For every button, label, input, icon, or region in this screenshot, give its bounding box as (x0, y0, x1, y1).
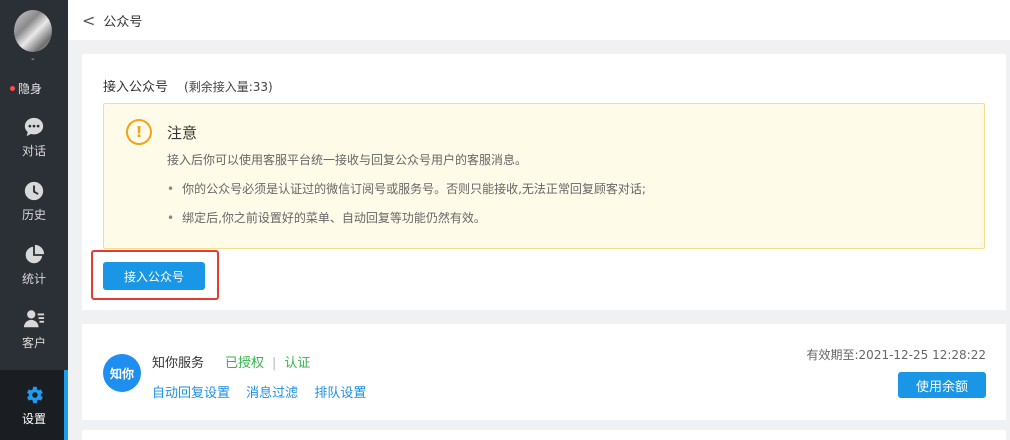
customer-icon (23, 309, 45, 327)
expiry-date: 有效期至:2021-12-25 12:28:22 (806, 348, 987, 362)
sidebar-item-chat[interactable]: 对话 (0, 106, 68, 168)
status-dot (10, 86, 15, 91)
account-links: 自动回复设置 消息过滤 排队设置 (152, 382, 378, 401)
sidebar: - 隐身 对话 历史 统计 客户 设置 (0, 0, 68, 440)
connect-title: 接入公众号 (剩余接入量:33) (103, 76, 273, 95)
clock-icon (24, 181, 44, 200)
status-toggle[interactable]: 隐身 (10, 80, 42, 97)
authorized-badge: 已授权 (225, 356, 265, 371)
status-separator: | (272, 356, 277, 371)
message-filter-link[interactable]: 消息过滤 (246, 386, 298, 401)
warning-icon: ! (126, 119, 152, 145)
sidebar-item-label: 对话 (21, 143, 46, 158)
account-card: 知你 知你服务 已授权 | 认证 自动回复设置 消息过滤 排队设置 有效期至:202… (82, 324, 1006, 420)
next-card (82, 430, 1006, 440)
avatar-name-mark: - (31, 54, 35, 65)
page-title: 公众号 (103, 14, 143, 30)
use-balance-button[interactable]: 使用余额 (898, 372, 986, 398)
account-status: 已授权 | 认证 (225, 352, 310, 371)
sidebar-item-customers[interactable]: 客户 (0, 298, 68, 360)
connect-title-text: 接入公众号 (103, 80, 169, 95)
sidebar-item-label: 统计 (21, 271, 46, 286)
avatar[interactable] (14, 10, 52, 52)
sidebar-item-settings[interactable]: 设置 (0, 370, 68, 440)
pie-chart-icon (25, 244, 45, 263)
notice-bullet: 绑定后,你之前设置好的菜单、自动回复等功能仍然有效。 (167, 209, 486, 226)
gear-icon (27, 386, 43, 403)
status-label: 隐身 (18, 82, 43, 96)
notice-intro: 接入后你可以使用客服平台统一接收与回复公众号用户的客服消息。 (167, 153, 528, 167)
connect-card: 接入公众号 (剩余接入量:33) ! 注意 接入后你可以使用客服平台统一接收与回复… (82, 54, 1006, 310)
account-name: 知你服务 (152, 356, 205, 371)
notice-box: ! 注意 接入后你可以使用客服平台统一接收与回复公众号用户的客服消息。 你的公众… (103, 103, 985, 249)
sidebar-item-label: 历史 (21, 207, 46, 222)
sidebar-item-label: 设置 (21, 411, 46, 426)
queue-settings-link[interactable]: 排队设置 (314, 386, 366, 401)
notice-bullet: 你的公众号必须是认证过的微信订阅号或服务号。否则只能接收,无法正常回复顾客对话; (167, 180, 646, 197)
auto-reply-settings-link[interactable]: 自动回复设置 (152, 386, 230, 401)
back-icon[interactable]: < (82, 11, 95, 30)
page-header: < 公众号 (68, 0, 1010, 40)
remaining-quota: (剩余接入量:33) (184, 80, 273, 94)
chat-icon (24, 117, 44, 136)
certified-badge: 认证 (284, 356, 311, 371)
sidebar-item-history[interactable]: 历史 (0, 170, 68, 232)
sidebar-item-stats[interactable]: 统计 (0, 234, 68, 296)
account-logo: 知你 (103, 354, 141, 392)
connect-account-button[interactable]: 接入公众号 (103, 262, 205, 290)
notice-title: 注意 (167, 124, 198, 142)
sidebar-item-label: 客户 (21, 335, 46, 350)
